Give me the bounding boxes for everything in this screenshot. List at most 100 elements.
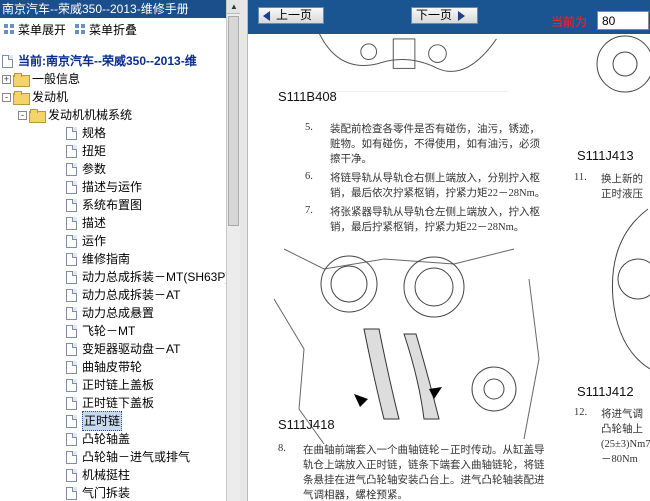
tree-page-item[interactable]: 凸轮轴－进气或排气 — [0, 448, 226, 466]
tree-page-item[interactable]: 维修指南 — [0, 250, 226, 268]
tree-item-label: 规格 — [82, 126, 107, 140]
tree-item-label: 飞轮－MT — [82, 324, 136, 338]
page-icon — [66, 396, 77, 410]
tree-page-item[interactable]: 变矩器驱动盘－AT — [0, 340, 226, 358]
tree-item-label: 动力总成拆装－MT(SH63P) — [82, 270, 226, 284]
tree-page-item[interactable]: 动力总成拆装－MT(SH63P) — [0, 268, 226, 286]
page-icon — [66, 432, 77, 446]
tree-page-item[interactable]: 机械挺柱 — [0, 466, 226, 484]
page-icon — [66, 270, 77, 284]
page-icon — [66, 324, 77, 338]
tree-item-label: 正时链 — [82, 411, 123, 431]
page-icon — [66, 306, 77, 320]
page-icon — [66, 144, 77, 158]
collapse-node-icon[interactable]: - — [2, 92, 11, 102]
expand-menu-button[interactable]: 菜单展开 — [3, 21, 66, 38]
tree-scrollbar[interactable]: ▲ — [226, 0, 241, 501]
current-location: 当前:南京汽车--荣威350--2013-维 — [0, 52, 226, 70]
folder-icon — [13, 73, 30, 87]
navigation-panel: 南京汽车--荣威350--2013-维修手册 菜单展开 菜单折叠 当前:南京汽车… — [0, 0, 241, 501]
tree-page-item[interactable]: 描述与运作 — [0, 178, 226, 196]
arrow-left-icon — [263, 10, 270, 21]
tree-page-item[interactable]: 动力总成拆装－AT — [0, 286, 226, 304]
tree-page-item[interactable]: 扭矩 — [0, 142, 226, 160]
tree-folder-item[interactable]: + 一般信息 — [0, 70, 226, 88]
tree-page-item[interactable]: 系统布置图 — [0, 196, 226, 214]
toc-tree: 当前:南京汽车--荣威350--2013-维 + 一般信息 - 发动机 - 发动机机械系统… — [0, 52, 226, 501]
tree-item-label: 气门拆装 — [82, 486, 131, 500]
scroll-up-icon[interactable]: ▲ — [227, 0, 241, 14]
manual-title: 南京汽车--荣威350--2013-维修手册 — [0, 0, 226, 18]
previous-page-button[interactable]: 上一页 — [258, 7, 324, 24]
expand-menu-label: 菜单展开 — [18, 22, 67, 37]
document-panel: 上一页 下一页 当前为 S111B408 5. 装配前检查各零件是否有碰伤，油污… — [248, 0, 650, 501]
tree-folder-item[interactable]: - 发动机 — [0, 88, 226, 106]
step-number: 7. — [305, 205, 313, 216]
tree-page-item[interactable]: 正时链上盖板 — [0, 376, 226, 394]
tree-folder-item[interactable]: - 发动机机械系统 — [0, 106, 226, 124]
previous-page-label: 上一页 — [276, 8, 313, 22]
expand-node-icon[interactable]: + — [2, 74, 11, 84]
tree-page-item[interactable]: 气门拆装 — [0, 484, 226, 501]
tree-page-item[interactable]: 凸轮轴盖 — [0, 430, 226, 448]
page-toolbar: 上一页 下一页 当前为 — [248, 0, 650, 34]
step-number: 5. — [305, 122, 313, 133]
folder-icon — [29, 109, 46, 123]
tree-item-label: 系统布置图 — [82, 198, 143, 212]
collapse-node-icon[interactable]: - — [18, 110, 27, 120]
tree-page-item[interactable]: 规格 — [0, 124, 226, 142]
figure-label: S111J418 — [278, 417, 335, 432]
next-page-label: 下一页 — [416, 8, 453, 22]
step-text: 将链导轨从导轨仓右侧上端放入，分别拧入枢销，最后依次拧紧枢销，拧紧力矩22－28… — [330, 173, 546, 199]
panel-splitter[interactable] — [240, 0, 248, 501]
step-text: 将进气调凸轮轴上(25±3)Nm70－80Nm — [601, 409, 650, 465]
scroll-thumb[interactable] — [228, 16, 239, 226]
step-text: 换上新的正时液压 — [601, 174, 643, 200]
tree-page-item[interactable]: 曲轴皮带轮 — [0, 358, 226, 376]
tree-item-label: 动力总成悬置 — [82, 306, 155, 320]
step-text: 将张紧器导轨从导轨仓左侧上端放入，拧入枢销，最后拧紧枢销，拧紧力矩22－28Nm… — [330, 207, 540, 233]
tree-item-label: 描述与运作 — [82, 180, 143, 194]
figure-label: S111J412 — [577, 384, 634, 399]
step-number: 11. — [574, 172, 587, 183]
expand-icon — [3, 23, 15, 35]
tree-item-label: 曲轴皮带轮 — [82, 360, 143, 374]
tree-page-item[interactable]: 描述 — [0, 214, 226, 232]
tree-item-label: 机械挺柱 — [82, 468, 131, 482]
figure-label: S111B408 — [278, 89, 337, 104]
tree-item-label: 正时链下盖板 — [82, 396, 155, 410]
page-icon — [66, 486, 77, 500]
tree-item-label: 维修指南 — [82, 252, 131, 266]
next-page-button[interactable]: 下一页 — [411, 7, 478, 24]
tree-page-item[interactable]: 正时链 — [0, 411, 226, 431]
menu-bar: 菜单展开 菜单折叠 — [0, 18, 226, 40]
folder-icon — [13, 91, 30, 105]
tree-page-item[interactable]: 动力总成悬置 — [0, 304, 226, 322]
tree-item-label: 凸轮轴盖 — [82, 432, 131, 446]
page-icon — [66, 360, 77, 374]
page-icon — [66, 450, 77, 464]
page-icon — [66, 468, 77, 482]
tree-item-label: 一般信息 — [32, 72, 81, 86]
page-number-label: 当前为 — [551, 15, 588, 29]
page-icon — [66, 342, 77, 356]
tree-page-item[interactable]: 正时链下盖板 — [0, 394, 226, 412]
engine-illustration-top — [308, 34, 508, 92]
tree-item-label: 发动机 — [32, 90, 69, 104]
tree-page-item[interactable]: 飞轮－MT — [0, 322, 226, 340]
side-illustration-2 — [611, 208, 650, 370]
tree-item-label: 发动机机械系统 — [48, 108, 133, 122]
page-icon — [66, 234, 77, 248]
step-text: 装配前检查各零件是否有碰伤，油污，锈迹，赃物。如有碰伤，不得使用，如有油污，必须… — [330, 124, 540, 165]
figure-label: S111J413 — [577, 148, 634, 163]
tree-item-label: 运作 — [82, 234, 107, 248]
tree-item-label: 变矩器驱动盘－AT — [82, 342, 181, 356]
tree-item-label: 正时链上盖板 — [82, 378, 155, 392]
tree-item-label: 扭矩 — [82, 144, 107, 158]
tree-page-item[interactable]: 运作 — [0, 232, 226, 250]
collapse-icon — [74, 23, 86, 35]
page-icon — [66, 216, 77, 230]
collapse-menu-button[interactable]: 菜单折叠 — [74, 21, 137, 38]
page-number-input[interactable] — [597, 11, 649, 30]
tree-page-item[interactable]: 参数 — [0, 160, 226, 178]
